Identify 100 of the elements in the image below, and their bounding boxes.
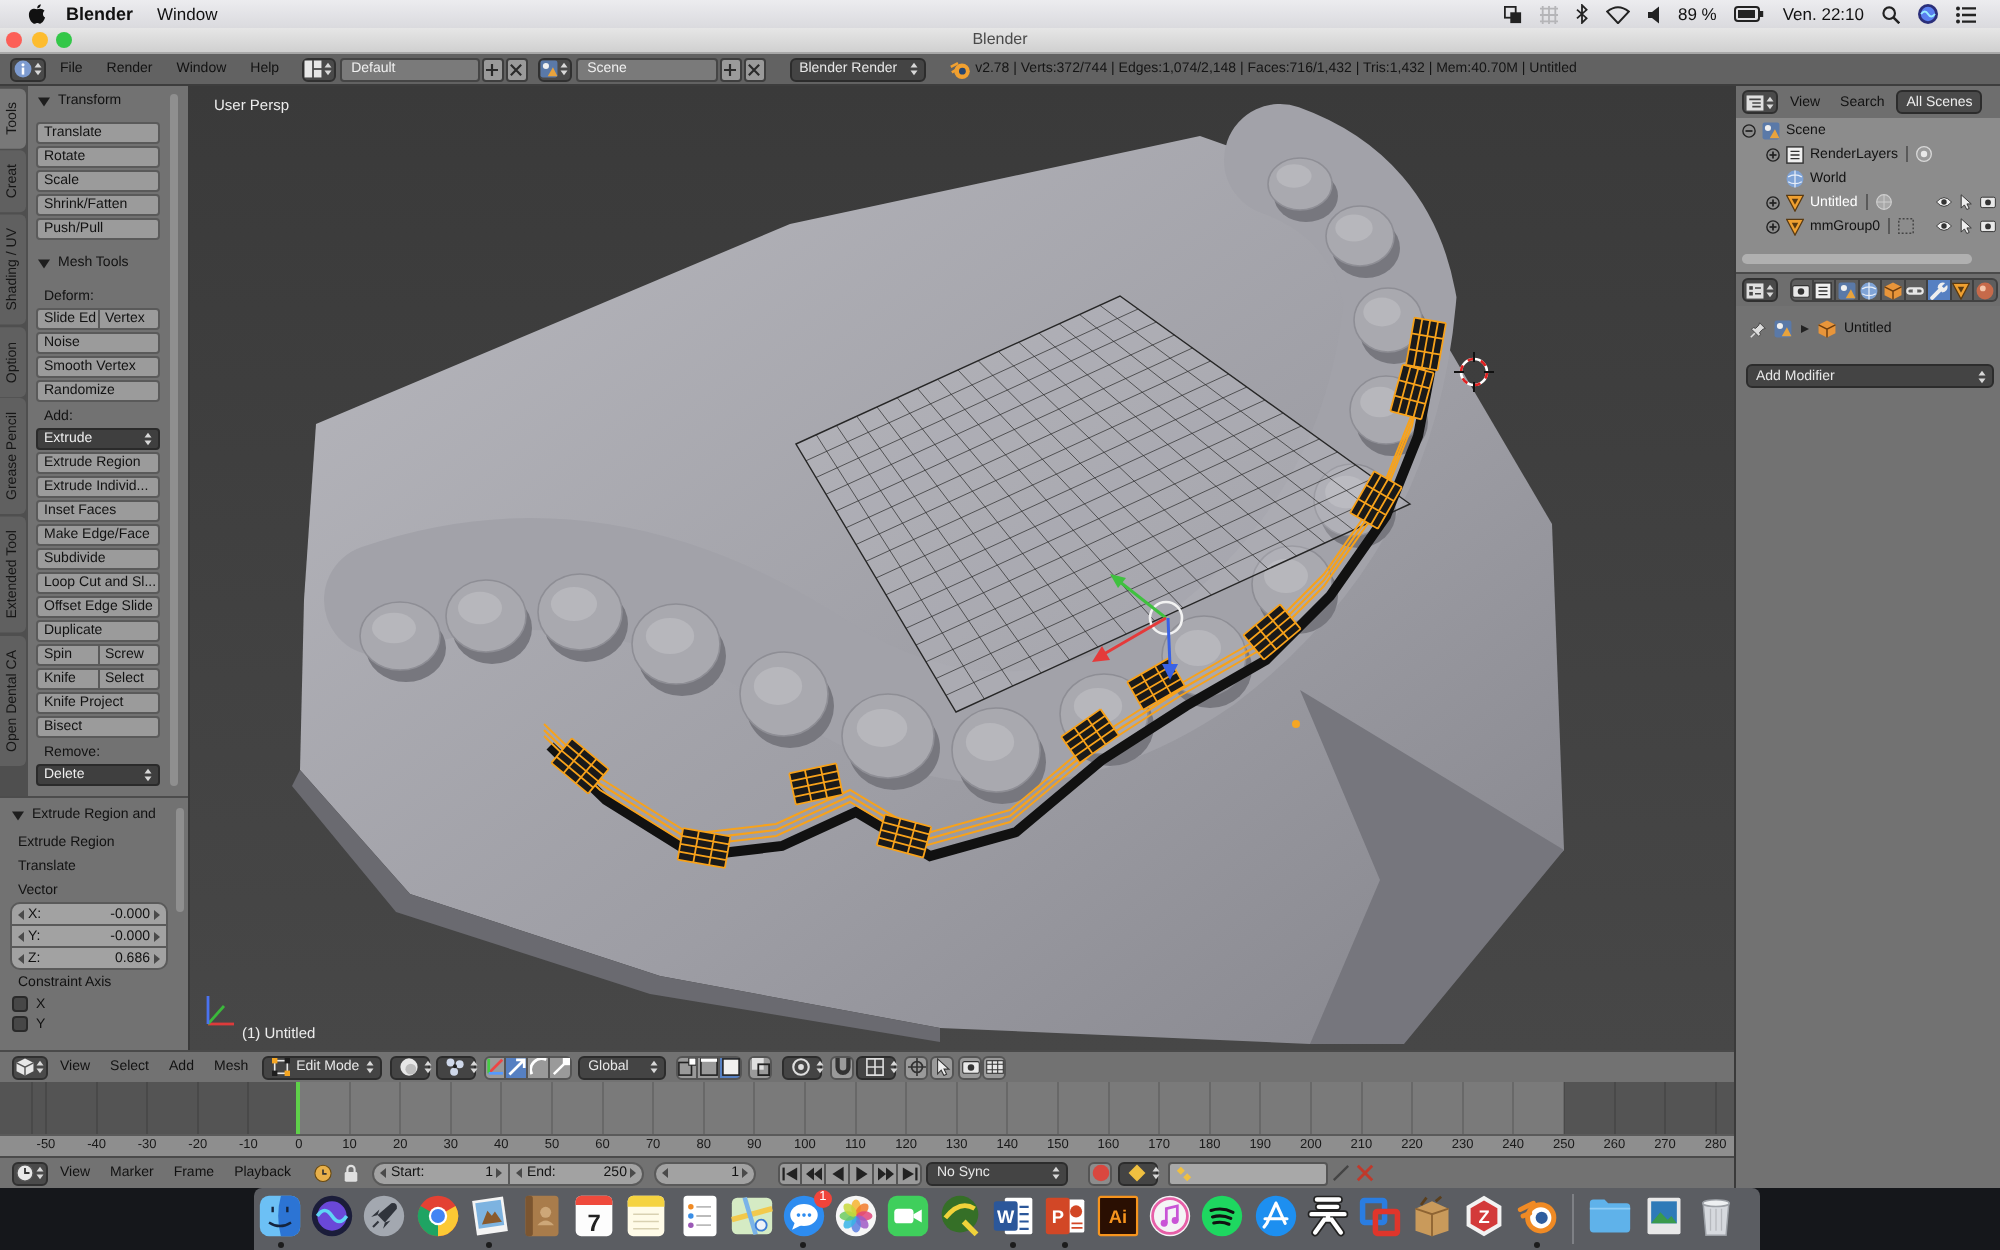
sphere-dropdown[interactable] xyxy=(390,1055,431,1079)
checkbox[interactable] xyxy=(12,996,28,1012)
scale-button[interactable] xyxy=(550,1055,573,1079)
notepad-icon[interactable] xyxy=(624,1194,669,1238)
skip-start-button[interactable] xyxy=(778,1161,803,1185)
bluetooth-icon[interactable] xyxy=(1575,4,1588,24)
disclosure-triangle-icon[interactable] xyxy=(38,257,50,269)
skip-end-button[interactable] xyxy=(898,1161,923,1185)
pivot-dropdown[interactable] xyxy=(436,1055,477,1079)
notebook-icon[interactable] xyxy=(519,1194,564,1238)
overlap-button[interactable] xyxy=(748,1055,773,1079)
map-icon[interactable] xyxy=(729,1194,774,1238)
play-button[interactable] xyxy=(850,1161,875,1185)
folder-icon[interactable] xyxy=(1588,1194,1633,1238)
video-camera-icon[interactable] xyxy=(886,1194,931,1238)
decrement-arrow-icon[interactable] xyxy=(662,1168,669,1178)
properties-tab[interactable] xyxy=(1790,278,1813,302)
wifi-icon[interactable] xyxy=(1605,5,1630,23)
clock[interactable]: Ven. 22:10 xyxy=(1782,5,1864,23)
picture-icon[interactable] xyxy=(1641,1194,1686,1238)
properties-tab[interactable] xyxy=(1951,278,1974,302)
add-button[interactable] xyxy=(481,57,504,81)
properties-tab[interactable] xyxy=(1928,278,1951,302)
flower-icon[interactable] xyxy=(834,1194,879,1238)
scene-button[interactable] xyxy=(537,57,572,81)
manipulator-button[interactable] xyxy=(484,1055,507,1079)
speaker-icon[interactable] xyxy=(1647,5,1660,23)
camera-button[interactable] xyxy=(958,1055,983,1079)
increment-arrow-icon[interactable] xyxy=(154,953,160,963)
properties-tab[interactable] xyxy=(1859,278,1882,302)
apple-icon[interactable] xyxy=(28,4,46,24)
decrement-arrow-icon[interactable] xyxy=(18,931,24,941)
diamond-dropdown[interactable] xyxy=(1118,1161,1159,1185)
film-button[interactable] xyxy=(982,1055,1007,1079)
translate-button[interactable] xyxy=(506,1055,529,1079)
decrement-arrow-icon[interactable] xyxy=(18,953,24,963)
face-select-button[interactable] xyxy=(720,1055,743,1079)
overlapping-squares-icon[interactable] xyxy=(1503,5,1522,23)
menu-item[interactable]: Window xyxy=(157,5,218,23)
pin-icon[interactable] xyxy=(1750,321,1766,337)
increment-arrow-icon[interactable] xyxy=(630,1168,637,1178)
scrollbar[interactable] xyxy=(1742,254,1972,264)
camera-icon[interactable] xyxy=(1980,194,1996,210)
increment-arrow-icon[interactable] xyxy=(496,1168,503,1178)
checkbox[interactable] xyxy=(12,1016,28,1032)
rotate-button[interactable] xyxy=(528,1055,551,1079)
speech-bubble-icon[interactable] xyxy=(781,1194,826,1238)
properties-tab[interactable] xyxy=(1836,278,1859,302)
pointer-button[interactable] xyxy=(930,1055,955,1079)
increment-arrow-icon[interactable] xyxy=(742,1168,749,1178)
play-reverse-button[interactable] xyxy=(826,1161,851,1185)
timeline-track[interactable] xyxy=(0,1082,1734,1134)
edge-select-button[interactable] xyxy=(698,1055,721,1079)
editor-type-button[interactable] xyxy=(12,1161,48,1185)
target-button[interactable] xyxy=(904,1055,929,1079)
expand-toggle-icon[interactable] xyxy=(1766,147,1780,161)
hexagon-icon[interactable]: Z xyxy=(1462,1194,1507,1238)
sound-waves-icon[interactable] xyxy=(1200,1194,1245,1238)
transform-gizmo[interactable] xyxy=(1092,574,1184,680)
app-menu[interactable]: Blender xyxy=(66,5,134,23)
eye-icon[interactable] xyxy=(1936,194,1952,210)
add-button[interactable] xyxy=(719,57,742,81)
disclosure-triangle-icon[interactable] xyxy=(38,95,50,107)
delete-button[interactable] xyxy=(743,57,766,81)
delete-button[interactable] xyxy=(505,57,528,81)
camera-icon[interactable] xyxy=(1980,218,1996,234)
crosshair-icon[interactable] xyxy=(1453,351,1495,393)
decrement-arrow-icon[interactable] xyxy=(18,909,24,919)
cardboard-box-icon[interactable] xyxy=(1410,1194,1455,1238)
rocket-icon[interactable] xyxy=(362,1194,407,1238)
orb-icon[interactable] xyxy=(310,1194,355,1238)
expand-toggle-icon[interactable] xyxy=(1742,123,1756,137)
expand-toggle-icon[interactable] xyxy=(1766,195,1780,209)
increment-arrow-icon[interactable] xyxy=(154,931,160,941)
decrement-arrow-icon[interactable] xyxy=(516,1168,523,1178)
keying-set-field[interactable] xyxy=(1168,1161,1329,1185)
eye-icon[interactable] xyxy=(1936,218,1952,234)
smiling-face-icon[interactable] xyxy=(258,1194,302,1238)
properties-tab[interactable] xyxy=(1905,278,1928,302)
disclosure-triangle-icon[interactable] xyxy=(12,809,24,821)
list-icon[interactable] xyxy=(1956,5,1976,23)
letter-a-circle-icon[interactable] xyxy=(1253,1194,1298,1238)
properties-tab[interactable] xyxy=(1974,278,1997,302)
segmented-circle-icon[interactable] xyxy=(415,1194,460,1238)
grid-dropdown[interactable] xyxy=(856,1055,897,1079)
letter-tile-icon[interactable]: Ai xyxy=(1096,1194,1140,1238)
decrement-arrow-icon[interactable] xyxy=(380,1168,387,1178)
battery-icon[interactable] xyxy=(1734,6,1765,22)
music-note-icon[interactable] xyxy=(1148,1194,1193,1238)
clock-button[interactable] xyxy=(310,1161,335,1185)
editor-type-button[interactable] xyxy=(10,57,46,81)
magnet-button[interactable] xyxy=(830,1055,855,1079)
orb-icon[interactable] xyxy=(1918,4,1938,24)
expand-toggle-icon[interactable] xyxy=(1766,219,1780,233)
properties-tab[interactable] xyxy=(1813,278,1836,302)
search-icon[interactable] xyxy=(1882,5,1900,23)
vertex-select-button[interactable] xyxy=(676,1055,699,1079)
calendar-icon[interactable]: 7 xyxy=(572,1194,617,1238)
editor-type-button[interactable] xyxy=(12,1055,48,1079)
globe-icon[interactable] xyxy=(938,1194,983,1238)
